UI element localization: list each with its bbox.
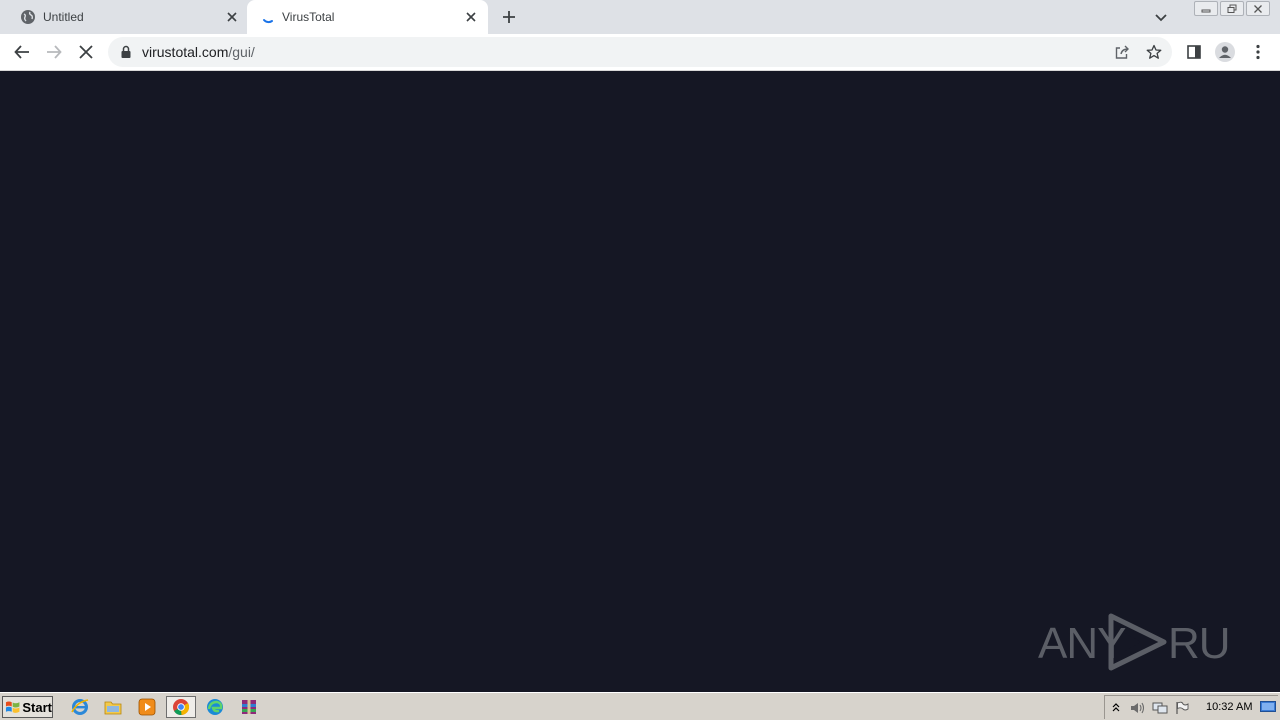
stop-loading-button[interactable]	[76, 42, 96, 62]
internet-explorer-icon	[71, 699, 89, 715]
tab-search-chevron-icon[interactable]	[1152, 8, 1170, 26]
share-button[interactable]	[1113, 43, 1131, 61]
tab-virustotal[interactable]: VirusTotal	[247, 0, 488, 34]
start-label: Start	[22, 699, 52, 715]
tab-title: Untitled	[43, 10, 84, 24]
windows-flag-icon	[5, 701, 20, 713]
forward-button[interactable]	[44, 42, 64, 62]
speaker-icon	[1131, 702, 1145, 713]
close-tab-icon[interactable]	[463, 9, 479, 25]
share-icon	[1115, 45, 1129, 59]
address-bar[interactable]: virustotal.com/gui/	[108, 37, 1172, 67]
forward-arrow-icon	[47, 45, 62, 59]
watermark-right-text: RUN	[1168, 619, 1232, 668]
profile-button[interactable]	[1215, 42, 1235, 62]
network-tray-button[interactable]	[1149, 698, 1171, 718]
loading-spinner-icon	[263, 19, 273, 24]
window-controls	[1194, 1, 1270, 16]
explorer-folder-icon	[104, 701, 122, 715]
network-icon	[1152, 702, 1168, 713]
taskbar-file-explorer[interactable]	[98, 696, 128, 718]
page-content: ANY RUN	[0, 72, 1280, 692]
winrar-icon	[242, 700, 256, 714]
restore-button[interactable]	[1220, 1, 1244, 16]
close-window-button[interactable]	[1246, 1, 1270, 16]
edge-icon	[207, 699, 223, 715]
browser-toolbar: virustotal.com/gui/	[0, 34, 1280, 71]
back-button[interactable]	[12, 42, 32, 62]
new-tab-button[interactable]	[499, 7, 519, 27]
taskbar-internet-explorer[interactable]	[65, 696, 95, 718]
side-panel-button[interactable]	[1184, 42, 1204, 62]
side-panel-icon	[1187, 45, 1201, 59]
url-text[interactable]: virustotal.com/gui/	[142, 44, 255, 60]
bookmark-button[interactable]	[1145, 43, 1163, 61]
profile-icon	[1215, 42, 1235, 62]
show-hidden-icons-button[interactable]	[1105, 698, 1127, 718]
windows-taskbar: Start 10:32 AM	[0, 692, 1280, 720]
menu-dots-icon	[1256, 44, 1260, 60]
url-path: /gui/	[228, 44, 255, 60]
chrome-icon	[173, 699, 190, 716]
chrome-menu-button[interactable]	[1248, 42, 1268, 62]
chevron-up-icon	[1112, 702, 1120, 711]
tab-title: VirusTotal	[282, 10, 335, 24]
taskbar-edge[interactable]	[200, 696, 230, 718]
action-center-tray-button[interactable]	[1171, 698, 1193, 718]
show-desktop-icon[interactable]	[1260, 701, 1276, 713]
lock-icon[interactable]	[120, 45, 132, 59]
plus-icon	[503, 11, 515, 23]
media-player-icon	[138, 698, 156, 716]
taskbar-winrar[interactable]	[234, 696, 264, 718]
back-arrow-icon	[14, 45, 29, 59]
tab-strip: Untitled VirusTotal	[0, 0, 1280, 34]
minimize-button[interactable]	[1194, 1, 1218, 16]
taskbar-media-player[interactable]	[132, 696, 162, 718]
globe-icon	[21, 10, 35, 24]
flag-icon	[1176, 701, 1189, 714]
taskbar-clock[interactable]: 10:32 AM	[1206, 701, 1252, 713]
taskbar-chrome[interactable]	[166, 696, 196, 718]
tab-untitled[interactable]: Untitled	[0, 0, 247, 34]
start-button[interactable]: Start	[2, 696, 53, 718]
volume-tray-button[interactable]	[1127, 698, 1149, 718]
stop-loading-icon	[79, 45, 93, 59]
bookmark-star-icon	[1146, 44, 1162, 59]
close-tab-icon[interactable]	[224, 9, 240, 25]
url-domain: virustotal.com	[142, 44, 229, 60]
anyrun-watermark-logo: ANY RUN	[1038, 613, 1232, 671]
